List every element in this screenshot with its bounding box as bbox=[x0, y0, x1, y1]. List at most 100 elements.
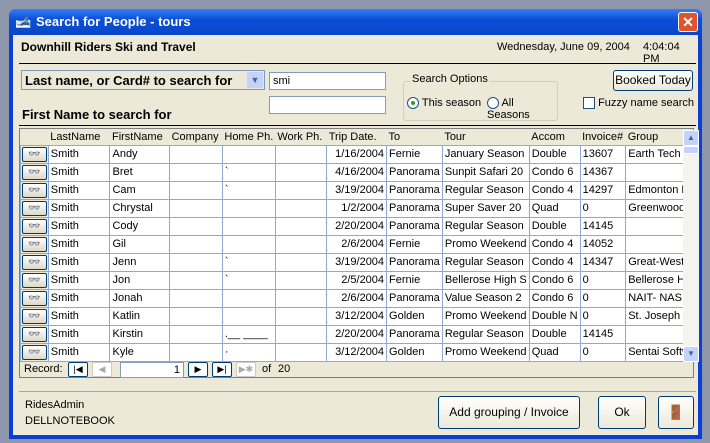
table-cell[interactable] bbox=[169, 306, 223, 326]
table-cell[interactable] bbox=[274, 342, 328, 362]
table-cell[interactable] bbox=[221, 288, 276, 308]
table-cell[interactable]: Sunpit Safari 20 bbox=[441, 162, 530, 182]
table-cell[interactable] bbox=[169, 234, 223, 254]
column-header[interactable]: Company bbox=[169, 129, 223, 145]
radio-icon[interactable] bbox=[407, 97, 419, 110]
glasses-icon[interactable]: 👓 bbox=[22, 164, 47, 180]
table-cell[interactable] bbox=[169, 198, 223, 218]
first-record-button[interactable]: |◀ bbox=[68, 362, 88, 377]
table-cell[interactable]: 2/6/2004 bbox=[326, 288, 388, 308]
glasses-icon[interactable]: 👓 bbox=[22, 146, 47, 162]
table-cell[interactable]: Regular Season bbox=[441, 180, 530, 200]
vertical-scrollbar[interactable]: ▲ ▼ bbox=[683, 130, 699, 362]
table-cell[interactable]: Regular Season bbox=[441, 216, 530, 236]
table-cell[interactable]: 4/16/2004 bbox=[326, 162, 388, 182]
glasses-icon[interactable]: 👓 bbox=[22, 290, 47, 306]
row-selector[interactable]: 👓 bbox=[20, 288, 49, 308]
column-header[interactable]: Invoice# bbox=[580, 129, 626, 145]
new-record-button[interactable]: ▶✱ bbox=[236, 362, 256, 377]
table-cell[interactable]: Panorama bbox=[386, 324, 443, 344]
column-header[interactable]: Accom bbox=[529, 129, 581, 145]
table-cell[interactable]: Smith bbox=[47, 234, 111, 254]
table-cell[interactable] bbox=[274, 270, 328, 290]
table-cell[interactable] bbox=[274, 288, 328, 308]
table-cell[interactable]: Regular Season bbox=[441, 252, 530, 272]
table-row[interactable]: 👓 Smith Jon ` 2/5/2004 Fernie Bellerose High S… bbox=[20, 270, 693, 290]
table-cell[interactable] bbox=[274, 180, 328, 200]
booked-today-button[interactable]: Booked Today bbox=[613, 70, 693, 91]
table-cell[interactable] bbox=[274, 162, 328, 182]
column-header[interactable]: Tour bbox=[442, 129, 530, 145]
table-cell[interactable] bbox=[169, 270, 223, 290]
table-cell[interactable]: Panorama bbox=[386, 252, 443, 272]
table-cell[interactable]: 3/12/2004 bbox=[326, 342, 388, 362]
glasses-icon[interactable]: 👓 bbox=[22, 182, 47, 198]
scroll-down-icon[interactable]: ▼ bbox=[683, 346, 699, 362]
scroll-up-icon[interactable]: ▲ bbox=[683, 130, 699, 146]
table-cell[interactable] bbox=[221, 216, 276, 236]
table-cell[interactable]: ` bbox=[221, 252, 276, 272]
row-selector[interactable]: 👓 bbox=[20, 180, 49, 200]
table-cell[interactable]: 3/19/2004 bbox=[326, 180, 388, 200]
next-record-button[interactable]: ▶ bbox=[188, 362, 208, 377]
table-cell[interactable]: 1/2/2004 bbox=[326, 198, 388, 218]
table-cell[interactable]: 2/20/2004 bbox=[326, 216, 388, 236]
table-cell[interactable]: Panorama bbox=[386, 162, 443, 182]
table-cell[interactable]: Condo 6 bbox=[528, 162, 581, 182]
glasses-icon[interactable]: 👓 bbox=[22, 344, 47, 360]
table-cell[interactable]: Jenn bbox=[109, 252, 171, 272]
table-cell[interactable]: Smith bbox=[47, 198, 111, 218]
table-cell[interactable]: 14297 bbox=[579, 180, 627, 200]
table-cell[interactable] bbox=[221, 144, 276, 164]
table-cell[interactable] bbox=[274, 234, 328, 254]
table-cell[interactable]: 1/16/2004 bbox=[326, 144, 388, 164]
table-cell[interactable]: 0 bbox=[579, 288, 627, 308]
table-cell[interactable]: 14367 bbox=[579, 162, 627, 182]
table-cell[interactable] bbox=[274, 216, 328, 236]
table-row[interactable]: 👓 Smith Gil 2/6/2004 Fernie Promo Weekend Cond… bbox=[20, 234, 693, 254]
table-cell[interactable] bbox=[221, 198, 276, 218]
table-cell[interactable]: Kyle bbox=[109, 342, 171, 362]
table-cell[interactable]: 2/20/2004 bbox=[326, 324, 388, 344]
table-row[interactable]: 👓 Smith Kirstin .__ ____ 2/20/2004 Panorama Re… bbox=[20, 324, 693, 344]
table-cell[interactable] bbox=[169, 288, 223, 308]
table-cell[interactable]: Condo 4 bbox=[528, 234, 581, 254]
table-cell[interactable]: Smith bbox=[47, 306, 111, 326]
glasses-icon[interactable]: 👓 bbox=[22, 308, 47, 324]
table-cell[interactable]: Condo 6 bbox=[528, 270, 581, 290]
row-selector[interactable]: 👓 bbox=[20, 144, 49, 164]
table-cell[interactable]: 0 bbox=[579, 198, 627, 218]
last-record-button[interactable]: ▶| bbox=[212, 362, 232, 377]
table-cell[interactable]: 0 bbox=[579, 306, 627, 326]
glasses-icon[interactable]: 👓 bbox=[22, 200, 47, 216]
table-cell[interactable]: 0 bbox=[579, 342, 627, 362]
table-cell[interactable]: Kirstin bbox=[109, 324, 171, 344]
table-cell[interactable]: Promo Weekend bbox=[441, 342, 530, 362]
table-cell[interactable]: .__ ____ bbox=[221, 324, 276, 344]
table-cell[interactable]: Promo Weekend bbox=[441, 306, 530, 326]
table-cell[interactable]: 2/5/2004 bbox=[326, 270, 388, 290]
checkbox-icon[interactable] bbox=[583, 97, 595, 110]
table-cell[interactable] bbox=[274, 324, 328, 344]
glasses-icon[interactable]: 👓 bbox=[22, 236, 47, 252]
table-cell[interactable]: 13607 bbox=[579, 144, 627, 164]
table-row[interactable]: 👓 Smith Cam ` 3/19/2004 Panorama Regular Seaso… bbox=[20, 180, 693, 200]
table-cell[interactable]: Regular Season bbox=[441, 324, 530, 344]
table-cell[interactable]: 2/6/2004 bbox=[326, 234, 388, 254]
table-cell[interactable] bbox=[169, 324, 223, 344]
table-cell[interactable]: Double bbox=[528, 324, 581, 344]
row-selector[interactable]: 👓 bbox=[20, 252, 49, 272]
table-cell[interactable]: Chrystal bbox=[109, 198, 171, 218]
glasses-icon[interactable]: 👓 bbox=[22, 326, 47, 342]
chevron-down-icon[interactable]: ▼ bbox=[247, 72, 263, 88]
table-cell[interactable] bbox=[169, 180, 223, 200]
table-cell[interactable]: 14347 bbox=[579, 252, 627, 272]
table-cell[interactable] bbox=[169, 162, 223, 182]
scroll-thumb[interactable] bbox=[683, 146, 699, 154]
column-header[interactable]: Work Ph. bbox=[275, 129, 327, 145]
table-cell[interactable] bbox=[221, 306, 276, 326]
column-header[interactable]: FirstName bbox=[109, 129, 170, 145]
table-cell[interactable]: Bellerose High S bbox=[441, 270, 530, 290]
table-cell[interactable] bbox=[274, 144, 328, 164]
table-row[interactable]: 👓 Smith Katlin 3/12/2004 Golden Promo Weekend… bbox=[20, 306, 693, 326]
